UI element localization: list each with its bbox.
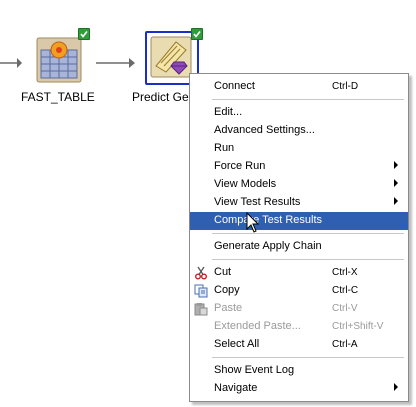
menu-separator: [212, 99, 404, 100]
paste-icon: [194, 303, 208, 316]
link-arrow: [96, 58, 135, 68]
context-menu[interactable]: Connect Ctrl-D Edit... Advanced Settings…: [189, 73, 409, 402]
menu-item-run[interactable]: Run: [190, 140, 408, 158]
menu-separator: [212, 259, 404, 260]
mouse-cursor-icon: [246, 212, 260, 233]
predict-node-icon: [150, 36, 192, 78]
menu-item-show-event-log[interactable]: Show Event Log: [190, 362, 408, 380]
submenu-arrow-icon: [394, 179, 398, 187]
menu-item-force-run[interactable]: Force Run: [190, 158, 408, 176]
menu-item-view-test-results[interactable]: View Test Results: [190, 194, 408, 212]
menu-separator: [212, 233, 404, 234]
menu-item-view-models[interactable]: View Models: [190, 176, 408, 194]
menu-item-paste[interactable]: Paste Ctrl-V: [190, 300, 408, 318]
link-arrow-in: [0, 58, 22, 68]
table-node-icon: [36, 37, 82, 83]
menu-item-cut[interactable]: Cut Ctrl-X: [190, 264, 408, 282]
menu-item-select-all[interactable]: Select All Ctrl-A: [190, 336, 408, 354]
menu-item-compare-test-results[interactable]: Compare Test Results: [190, 212, 408, 230]
status-check-icon: [78, 28, 90, 40]
menu-item-edit[interactable]: Edit...: [190, 104, 408, 122]
copy-icon: [194, 284, 208, 298]
scissors-icon: [195, 266, 207, 280]
node-label-fast-table: FAST_TABLE: [21, 90, 95, 104]
submenu-arrow-icon: [394, 383, 398, 391]
menu-item-generate-apply-chain[interactable]: Generate Apply Chain: [190, 238, 408, 256]
menu-separator: [212, 357, 404, 358]
menu-item-extended-paste[interactable]: Extended Paste... Ctrl+Shift-V: [190, 318, 408, 336]
menu-item-navigate[interactable]: Navigate: [190, 380, 408, 398]
node-fast-table[interactable]: [34, 28, 94, 92]
node-label-predict: Predict Ge: [132, 90, 189, 104]
menu-item-advanced-settings[interactable]: Advanced Settings...: [190, 122, 408, 140]
menu-item-copy[interactable]: Copy Ctrl-C: [190, 282, 408, 300]
submenu-arrow-icon: [394, 197, 398, 205]
menu-item-connect[interactable]: Connect Ctrl-D: [190, 78, 408, 96]
status-check-icon: [191, 28, 203, 40]
submenu-arrow-icon: [394, 161, 398, 169]
